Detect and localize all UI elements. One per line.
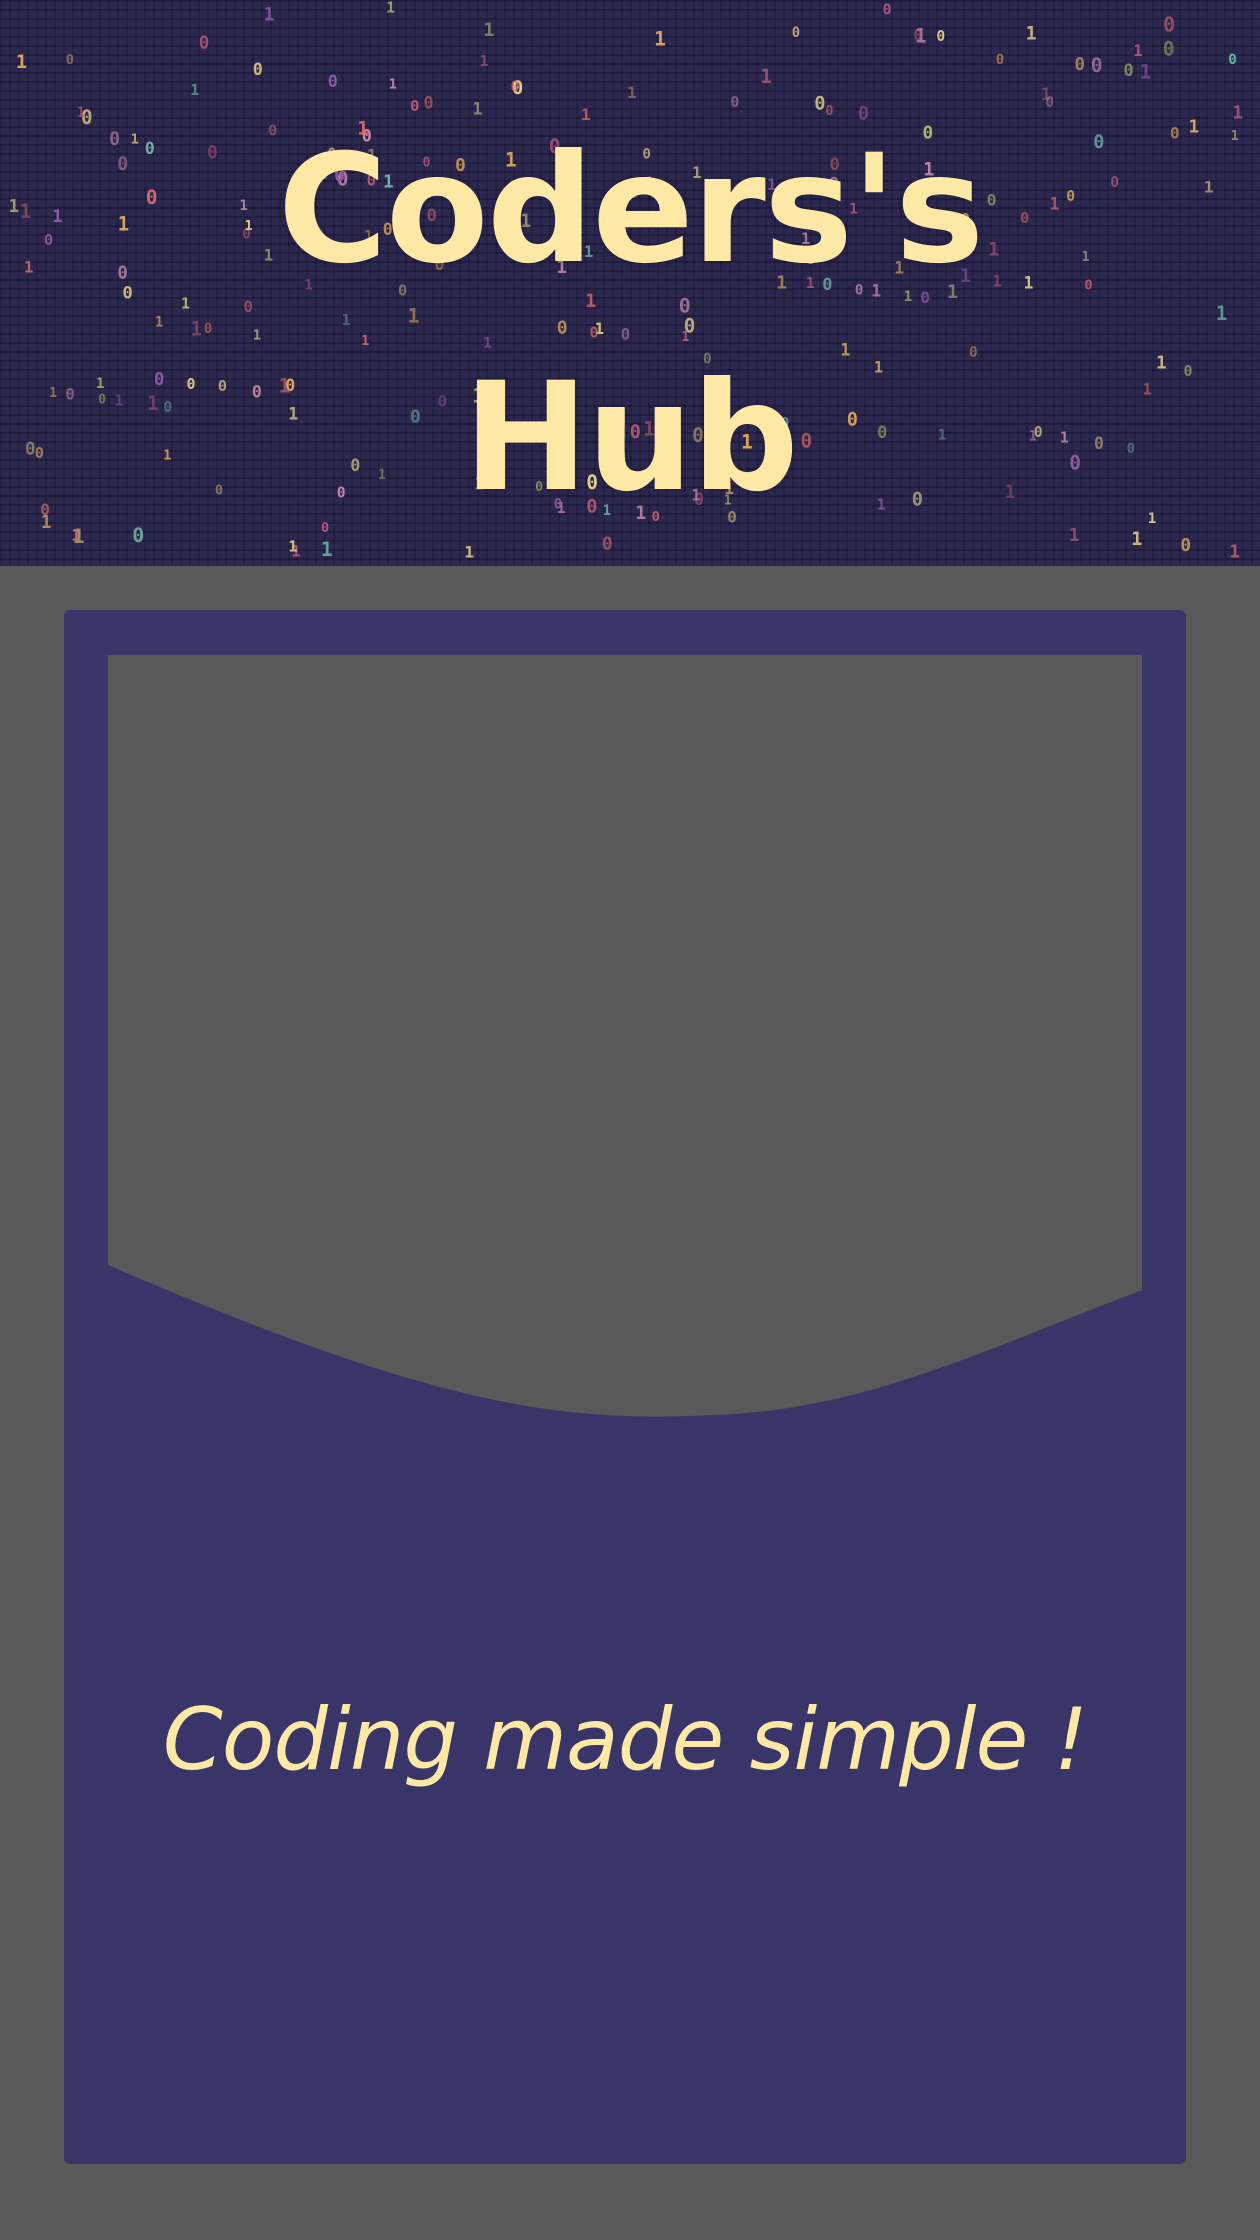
binary-digit: 0 [1091,54,1103,77]
feature-card: Coding made simple ! [64,610,1186,2164]
binary-digit: 1 [16,52,27,73]
binary-digit: 1 [1133,41,1143,60]
binary-digit: 0 [936,28,945,45]
binary-digit: 0 [882,0,891,18]
binary-digit: 1 [483,20,494,41]
binary-digit: 0 [1228,52,1237,68]
binary-digit: 0 [1075,55,1085,75]
binary-digit: 1 [760,65,772,88]
binary-digit: 1 [386,0,395,17]
card-tagline: Coding made simple ! [162,1690,1089,1790]
binary-digit: 0 [253,59,263,79]
binary-digit: 1 [389,77,397,93]
binary-digit: 0 [996,52,1005,68]
binary-digit: 0 [1163,13,1175,37]
binary-digit: 0 [328,71,338,91]
binary-digit: 1 [480,52,489,70]
binary-digit: 0 [511,79,520,96]
binary-digit: 0 [66,52,74,68]
binary-digit: 1 [264,4,275,25]
site-header: 1001100110110110101001010111000101010000… [0,0,1260,566]
binary-digit: 1 [654,27,666,50]
binary-digit: 1 [1026,24,1037,45]
binary-digit: 0 [792,25,801,41]
binary-digit: 0 [913,26,922,44]
binary-digit: 0 [1163,37,1175,60]
binary-digit: 0 [1123,61,1133,81]
site-title: Coders's Hub [277,123,985,525]
binary-digit: 1 [1140,60,1152,83]
card-image-placeholder [108,655,1142,1417]
binary-digit: 0 [199,34,210,54]
